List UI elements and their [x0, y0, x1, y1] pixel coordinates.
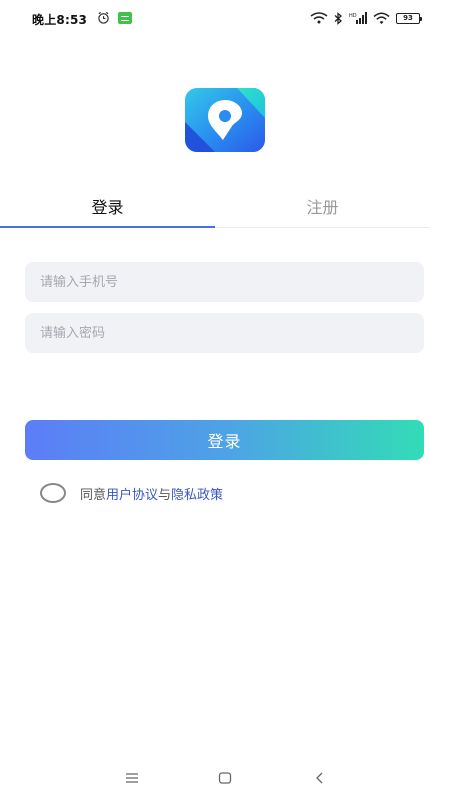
back-icon[interactable]: [312, 770, 328, 786]
privacy-policy-link[interactable]: 隐私政策: [171, 484, 223, 503]
active-tab-indicator: [0, 226, 215, 228]
location-pin-logo-icon: [185, 88, 265, 152]
menu-icon[interactable]: [124, 770, 140, 786]
app-notification-icon: [118, 12, 132, 24]
home-icon[interactable]: [217, 770, 233, 786]
agreement-checkbox[interactable]: [40, 483, 66, 503]
system-nav-bar: [0, 762, 450, 794]
auth-tabs: 登录 注册: [0, 190, 430, 228]
svg-text:HD: HD: [349, 13, 357, 19]
wifi-icon: [373, 12, 390, 24]
tab-register[interactable]: 注册: [215, 190, 430, 227]
password-input[interactable]: [25, 313, 424, 353]
status-time: 晚上8:53: [32, 13, 88, 27]
login-button[interactable]: 登录: [25, 420, 424, 460]
phone-input[interactable]: [25, 262, 424, 302]
wifi-hotspot-icon: [310, 12, 328, 24]
agreement-prefix: 同意: [80, 487, 107, 503]
bluetooth-icon: [334, 11, 342, 25]
battery-icon: 93: [396, 12, 422, 24]
user-agreement-link[interactable]: 用户协议: [106, 484, 158, 503]
status-icons: HD 93: [310, 10, 422, 26]
alarm-icon: [98, 11, 109, 24]
status-bar: 晚上8:53 HD 93: [0, 0, 450, 38]
agreement-conjunction: 与: [158, 487, 172, 503]
signal-icon: HD: [349, 11, 367, 24]
tab-login[interactable]: 登录: [0, 190, 215, 227]
agreement-row: 同意 用户协议 与 隐私政策: [40, 482, 223, 504]
